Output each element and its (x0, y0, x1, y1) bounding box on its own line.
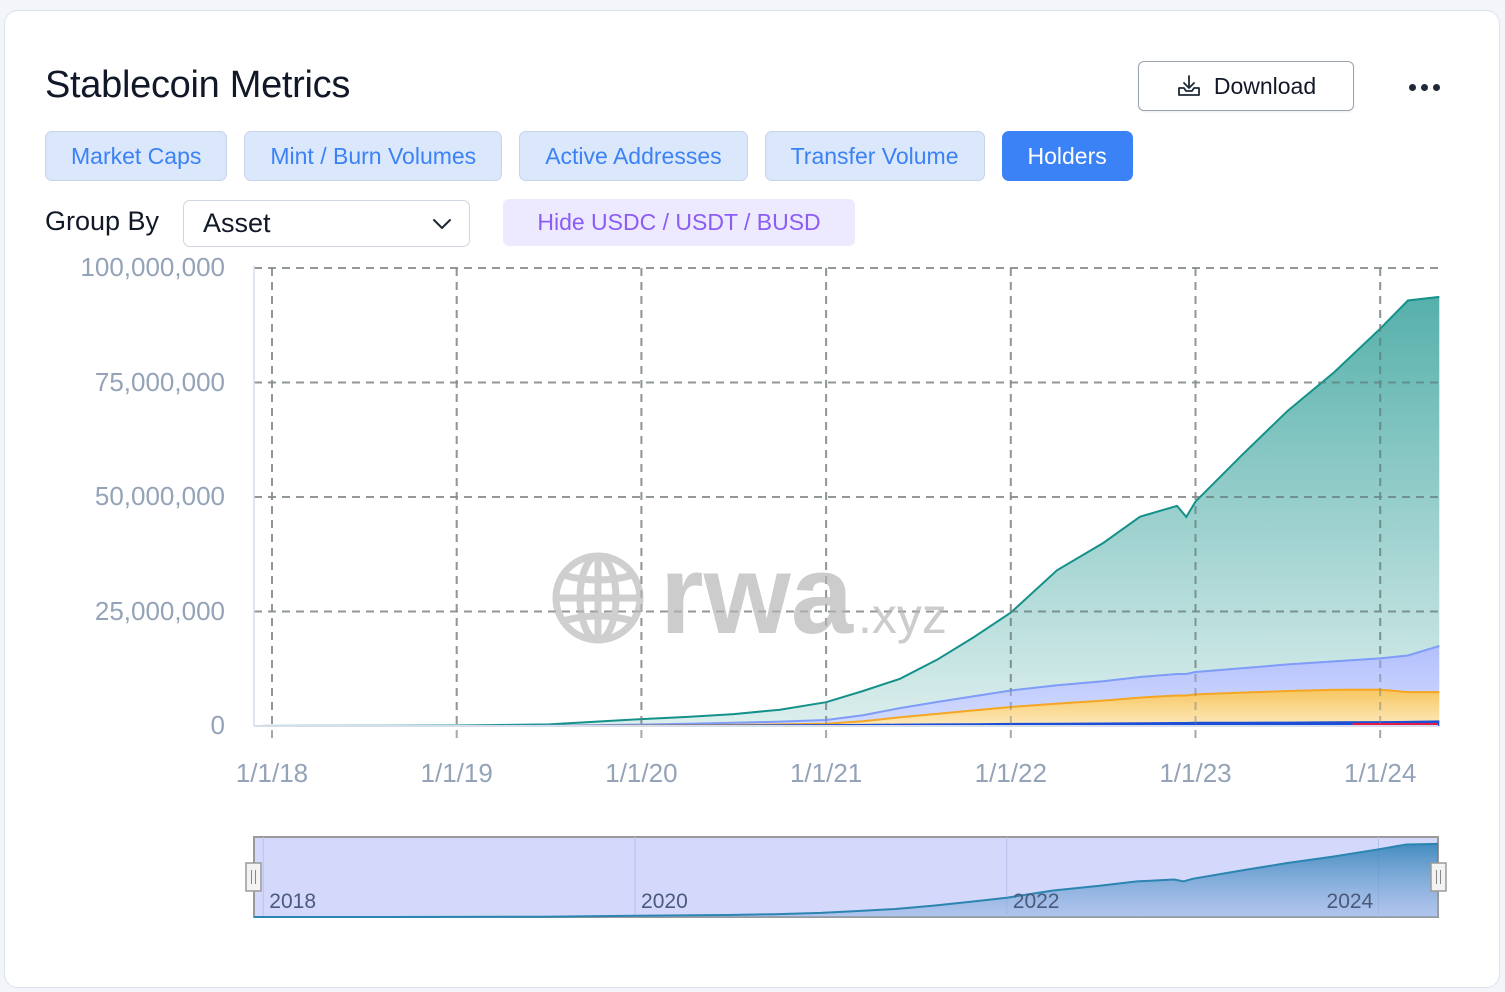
navigator-handle-left[interactable] (245, 862, 262, 892)
series-areas (262, 295, 1440, 727)
range-navigator[interactable] (245, 836, 1447, 918)
navigator-year-label: 2022 (1012, 890, 1060, 913)
series-area-3 (262, 296, 1440, 726)
watermark-suffix: .xyz (858, 588, 947, 644)
holders-area-chart: rwa .xyz (245, 266, 1447, 918)
rwa-watermark: rwa .xyz (552, 532, 947, 657)
navigator-year-label: 2018 (269, 890, 316, 913)
navigator-year-label: 2024 (1326, 890, 1374, 913)
watermark-text: rwa (660, 532, 854, 657)
navigator-handle-right[interactable] (1430, 862, 1447, 892)
navigator-year-label: 2020 (641, 890, 688, 913)
globe-icon (552, 552, 644, 644)
